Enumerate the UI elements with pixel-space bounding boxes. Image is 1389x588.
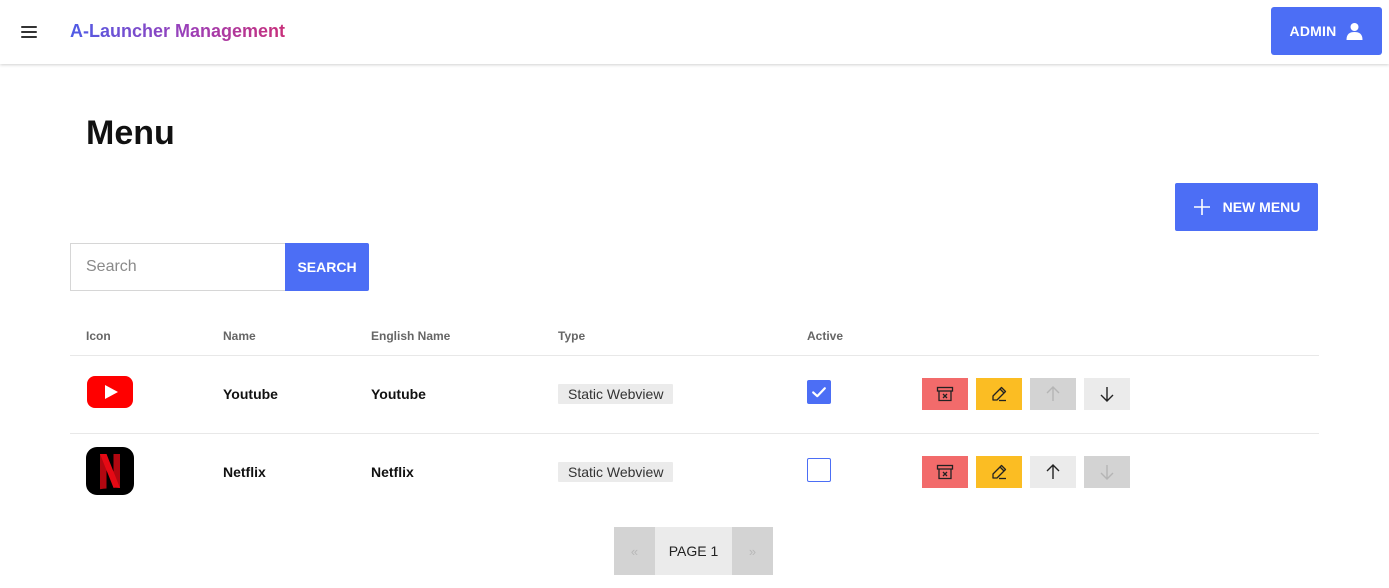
archive-delete-icon bbox=[936, 386, 954, 402]
row-divider bbox=[70, 433, 1319, 434]
row-type-badge: Static Webview bbox=[558, 384, 674, 404]
row-name: Youtube bbox=[223, 386, 278, 402]
hamburger-icon[interactable] bbox=[17, 20, 41, 44]
move-up-button[interactable] bbox=[1030, 378, 1076, 410]
edit-button[interactable] bbox=[976, 456, 1022, 488]
new-menu-label: NEW MENU bbox=[1222, 199, 1301, 215]
active-checkbox[interactable] bbox=[807, 458, 831, 482]
archive-delete-icon bbox=[936, 464, 954, 480]
user-icon bbox=[1346, 23, 1363, 40]
current-page-indicator: PAGE 1 bbox=[655, 527, 732, 575]
row-english-name: Netflix bbox=[371, 464, 414, 480]
row-english-name: Youtube bbox=[371, 386, 426, 402]
delete-button[interactable] bbox=[922, 456, 968, 488]
pencil-edit-icon bbox=[992, 464, 1007, 480]
admin-account-button[interactable]: ADMIN bbox=[1271, 7, 1382, 55]
youtube-logo-icon bbox=[87, 376, 133, 408]
search-input[interactable] bbox=[70, 243, 285, 291]
admin-label: ADMIN bbox=[1289, 23, 1337, 39]
column-header-english-name: English Name bbox=[371, 329, 451, 343]
column-header-type: Type bbox=[558, 329, 586, 343]
search-button[interactable]: SEARCH bbox=[285, 243, 369, 291]
edit-button[interactable] bbox=[976, 378, 1022, 410]
column-header-icon: Icon bbox=[86, 329, 111, 343]
arrow-down-icon bbox=[1100, 387, 1114, 402]
move-down-button[interactable] bbox=[1084, 456, 1130, 488]
pencil-edit-icon bbox=[992, 386, 1007, 402]
arrow-down-icon bbox=[1100, 465, 1114, 480]
delete-button[interactable] bbox=[922, 378, 968, 410]
checkmark-icon bbox=[812, 387, 826, 398]
move-up-button[interactable] bbox=[1030, 456, 1076, 488]
new-menu-button[interactable]: NEW MENU bbox=[1175, 183, 1318, 231]
previous-page-button[interactable]: « bbox=[614, 527, 655, 575]
active-checkbox[interactable] bbox=[807, 380, 831, 404]
next-page-button[interactable]: » bbox=[732, 527, 773, 575]
netflix-logo-icon bbox=[86, 447, 134, 495]
arrow-up-icon bbox=[1046, 386, 1060, 401]
header-divider bbox=[70, 355, 1319, 356]
column-header-active: Active bbox=[807, 329, 844, 343]
app-title: A-Launcher Management bbox=[70, 21, 286, 41]
row-name: Netflix bbox=[223, 464, 266, 480]
page-title: Menu bbox=[86, 114, 175, 152]
column-header-name: Name bbox=[223, 329, 256, 343]
plus-icon bbox=[1193, 199, 1210, 215]
arrow-up-icon bbox=[1046, 464, 1060, 479]
top-app-bar: A-Launcher Management ADMIN bbox=[0, 0, 1389, 64]
row-type-badge: Static Webview bbox=[558, 462, 674, 482]
pagination: « PAGE 1 » bbox=[614, 527, 773, 575]
move-down-button[interactable] bbox=[1084, 378, 1130, 410]
